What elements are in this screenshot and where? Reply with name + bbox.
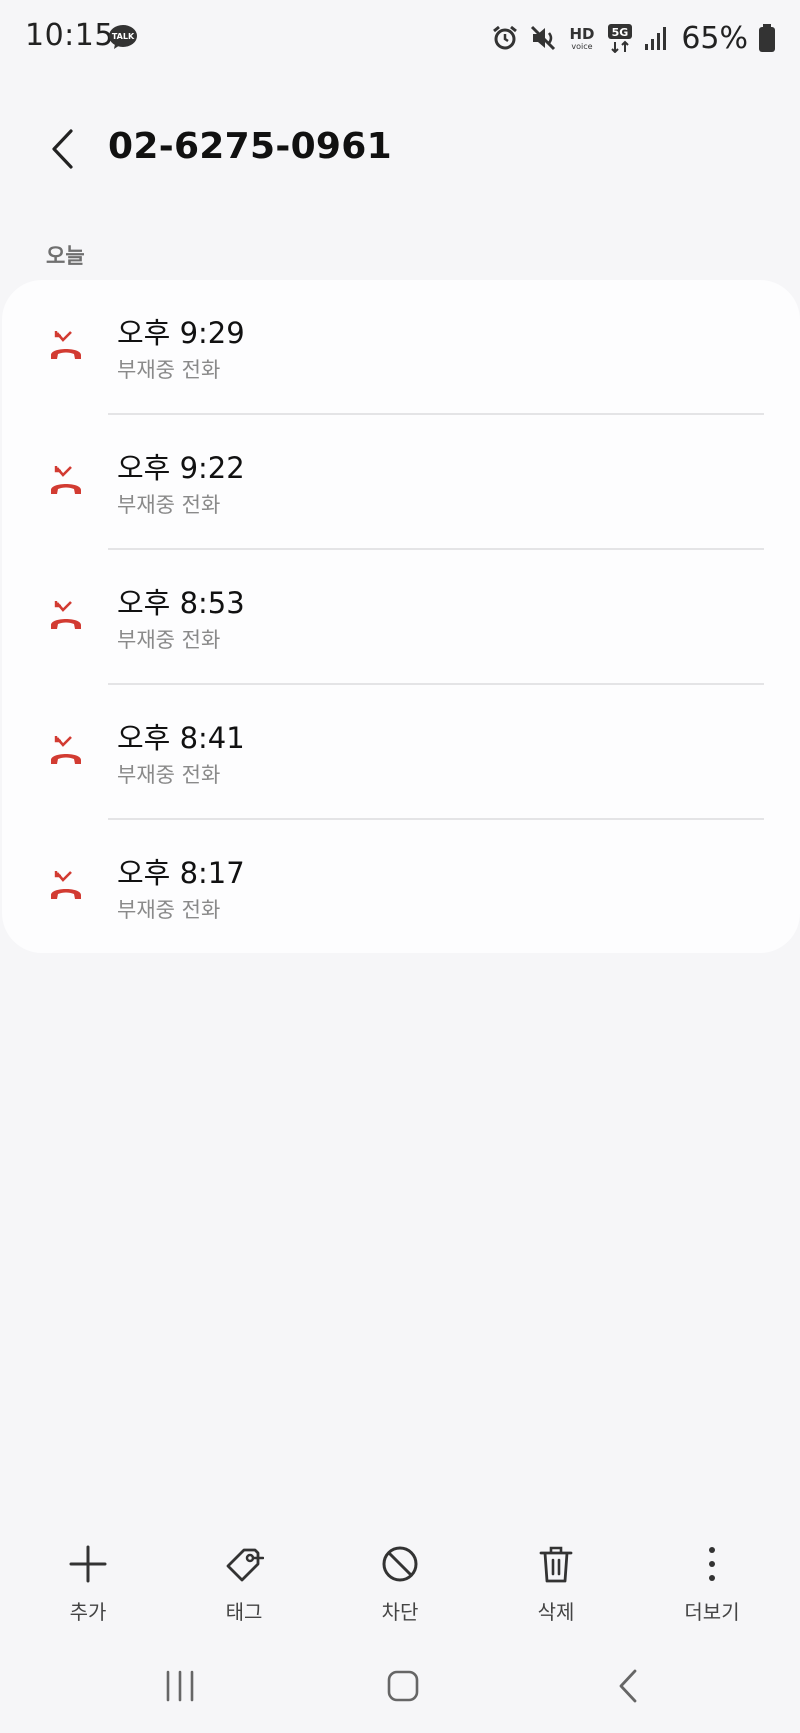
status-time: 10:15 bbox=[25, 18, 114, 53]
tag-button[interactable]: 태그 bbox=[189, 1530, 299, 1630]
5g-icon: 5G bbox=[608, 24, 633, 53]
call-type: 부재중 전화 bbox=[117, 493, 221, 517]
more-button[interactable]: 더보기 bbox=[657, 1530, 767, 1630]
block-label: 차단 bbox=[381, 1600, 419, 1624]
call-time: 오후 8:17 bbox=[117, 856, 245, 890]
status-bar: 10:15 TALK HD voice 5G 65% bbox=[0, 0, 800, 76]
block-button[interactable]: 차단 bbox=[345, 1530, 455, 1630]
call-row[interactable]: 오후 8:53 부재중 전화 bbox=[2, 550, 800, 685]
alarm-icon bbox=[493, 25, 518, 50]
status-icons: HD voice 5G 65% bbox=[491, 18, 776, 58]
system-nav-bar bbox=[0, 1640, 800, 1733]
call-row[interactable]: 오후 9:22 부재중 전화 bbox=[2, 415, 800, 550]
back-button[interactable] bbox=[38, 120, 86, 178]
bottom-toolbar: 추가 태그 차단 삭제 더보기 bbox=[0, 1530, 800, 1640]
battery-icon bbox=[759, 24, 775, 52]
call-type: 부재중 전화 bbox=[117, 358, 221, 382]
page-title: 02-6275-0961 bbox=[108, 126, 392, 167]
call-time: 오후 9:22 bbox=[117, 451, 245, 485]
recent-apps-button[interactable] bbox=[150, 1662, 210, 1710]
chevron-left-icon bbox=[52, 129, 73, 169]
block-icon bbox=[382, 1546, 418, 1582]
add-label: 추가 bbox=[69, 1600, 107, 1624]
add-button[interactable]: 추가 bbox=[33, 1530, 143, 1630]
call-time: 오후 8:41 bbox=[117, 721, 245, 755]
recent-apps-icon bbox=[166, 1670, 194, 1702]
delete-button[interactable]: 삭제 bbox=[501, 1530, 611, 1630]
call-time: 오후 9:29 bbox=[117, 316, 245, 350]
hd-voice-icon: HD voice bbox=[570, 25, 595, 51]
call-type: 부재중 전화 bbox=[117, 898, 221, 922]
call-list-card: 오후 9:29 부재중 전화 오후 9:22 부재중 전화 오후 8:53 부재… bbox=[2, 280, 800, 953]
tag-icon bbox=[226, 1548, 264, 1582]
section-label-today: 오늘 bbox=[46, 244, 85, 268]
missed-call-icon bbox=[51, 331, 81, 359]
call-type: 부재중 전화 bbox=[117, 628, 221, 652]
svg-text:TALK: TALK bbox=[112, 32, 135, 41]
plus-icon bbox=[69, 1545, 107, 1583]
home-icon bbox=[387, 1670, 419, 1702]
battery-percent: 65% bbox=[681, 20, 748, 56]
more-label: 더보기 bbox=[684, 1600, 740, 1624]
home-button[interactable] bbox=[373, 1662, 433, 1710]
call-history-screen: 10:15 TALK HD voice 5G 65% 02-6275-0961 … bbox=[0, 0, 800, 1733]
mute-icon bbox=[531, 25, 556, 51]
more-vertical-icon bbox=[709, 1547, 715, 1581]
trash-icon bbox=[539, 1546, 573, 1583]
missed-call-icon bbox=[51, 736, 81, 764]
svg-text:5G: 5G bbox=[612, 26, 629, 39]
missed-call-icon bbox=[51, 601, 81, 629]
call-row[interactable]: 오후 8:41 부재중 전화 bbox=[2, 685, 800, 820]
delete-label: 삭제 bbox=[537, 1600, 575, 1624]
missed-call-icon bbox=[51, 871, 81, 899]
svg-text:HD: HD bbox=[570, 25, 595, 43]
call-row[interactable]: 오후 8:17 부재중 전화 bbox=[2, 820, 800, 955]
signal-icon bbox=[645, 27, 667, 50]
kakaotalk-icon: TALK bbox=[109, 25, 137, 49]
call-row[interactable]: 오후 9:29 부재중 전화 bbox=[2, 280, 800, 415]
svg-text:voice: voice bbox=[572, 42, 593, 51]
tag-label: 태그 bbox=[225, 1600, 263, 1624]
nav-back-icon bbox=[619, 1669, 637, 1703]
missed-call-icon bbox=[51, 466, 81, 494]
nav-back-button[interactable] bbox=[598, 1662, 658, 1710]
call-type: 부재중 전화 bbox=[117, 763, 221, 787]
call-time: 오후 8:53 bbox=[117, 586, 245, 620]
